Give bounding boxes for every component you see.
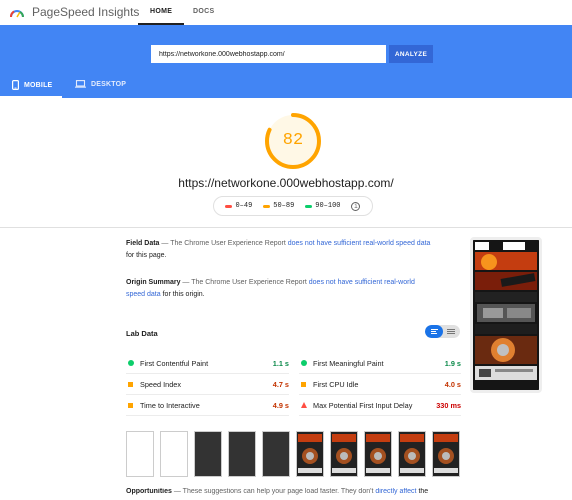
metric-name: Time to Interactive [140,400,200,410]
metric-value: 4.0 s [444,379,461,389]
opportunities-text-after: the [418,488,429,495]
metric-name: First Meaningful Paint [313,358,384,368]
score-legend: 0–49 50–89 90–100 i [213,196,373,216]
top-bar: PageSpeed Insights HOME DOCS [0,0,572,25]
final-screenshot [470,237,542,393]
tab-desktop[interactable]: DESKTOP [75,80,126,88]
metric-name: First CPU Idle [313,379,359,389]
app-title: PageSpeed Insights [32,5,140,19]
metric-max-potential-fid: Max Potential First Input Delay 330 ms [299,395,461,416]
compact-view-icon [431,329,438,336]
pass-dot-icon [126,360,135,366]
metric-value: 1.1 s [272,358,289,368]
info-icon[interactable]: i [351,201,361,211]
metric-value: 330 ms [436,400,461,410]
fail-triangle-icon [299,402,308,408]
average-square-icon [126,402,135,408]
origin-summary-text: The Chrome User Experience Report [191,279,307,286]
legend-item-average: 50–89 [263,202,294,210]
filmstrip-frame [296,431,324,477]
tab-home[interactable]: HOME [150,8,172,15]
field-data-link[interactable]: does not have sufficient real-world spee… [288,240,431,247]
metric-time-to-interactive: Time to Interactive 4.9 s [126,395,289,416]
legend-fail-dash [225,204,233,208]
tab-mobile-label: MOBILE [24,81,53,89]
filmstrip-frame [194,431,222,477]
legend-fail-label: 0–49 [235,202,253,210]
filmstrip-frame [228,431,256,477]
tested-url: https://networkone.000webhostapp.com/ [178,176,394,190]
filmstrip-frame [364,431,392,477]
tab-mobile-underline [0,96,62,98]
field-data-text: The Chrome User Experience Report [170,240,286,247]
legend-pass-label: 90–100 [315,202,341,210]
final-screenshot-image [473,240,539,390]
legend-average-dash [263,204,271,208]
lab-data-title: Lab Data [126,329,158,338]
legend-item-pass: 90–100 [305,202,341,210]
filmstrip-frame [432,431,460,477]
metrics-view-toggle[interactable] [425,325,460,338]
metric-name: First Contentful Paint [140,358,209,368]
filmstrip-frame [160,431,188,477]
origin-summary-section: Origin Summary — The Chrome User Experie… [126,279,415,298]
metric-value: 4.7 s [272,379,289,389]
filmstrip-frame [262,431,290,477]
metric-first-contentful-paint: First Contentful Paint 1.1 s [126,353,289,374]
metric-first-cpu-idle: First CPU Idle 4.0 s [299,374,461,395]
performance-score-gauge: 82 [263,111,323,171]
analyze-button[interactable]: ANALYZE [389,45,433,63]
field-data-text-after: for this page. [126,252,167,259]
list-view-icon [447,329,455,336]
origin-summary-title: Origin Summary [126,279,181,286]
legend-item-fail: 0–49 [225,202,252,210]
mobile-phone-icon [12,80,19,90]
filmstrip-frame [330,431,358,477]
opportunities-section: Opportunities — These suggestions can he… [126,488,429,495]
metric-name: Max Potential First Input Delay [313,400,413,410]
search-band: ANALYZE MOBILE DESKTOP [0,25,572,98]
pagespeed-logo-icon [10,10,24,18]
metric-value: 1.9 s [444,358,461,368]
filmstrip-frame [398,431,426,477]
origin-summary-text-after: for this origin. [162,291,205,298]
average-square-icon [126,381,135,387]
filmstrip-frame [126,431,154,477]
section-divider [0,227,572,228]
average-square-icon [299,381,308,387]
opportunities-link[interactable]: directly affect [375,488,416,495]
legend-pass-dash [305,204,313,208]
metric-speed-index: Speed Index 4.7 s [126,374,289,395]
pass-dot-icon [299,360,308,366]
field-data-title: Field Data [126,240,160,247]
laptop-icon [75,80,86,88]
score-value: 82 [282,131,304,150]
field-data-section: Field Data — The Chrome User Experience … [126,240,431,259]
metric-first-meaningful-paint: First Meaningful Paint 1.9 s [299,353,461,374]
metric-value: 4.9 s [272,400,289,410]
metric-name: Speed Index [140,379,181,389]
tab-mobile[interactable]: MOBILE [12,80,52,90]
tab-docs[interactable]: DOCS [193,8,214,15]
legend-average-label: 50–89 [273,202,295,210]
tab-desktop-label: DESKTOP [91,80,127,88]
opportunities-text: These suggestions can help your page loa… [182,488,374,495]
opportunities-title: Opportunities [126,488,172,495]
url-input[interactable] [151,45,386,63]
